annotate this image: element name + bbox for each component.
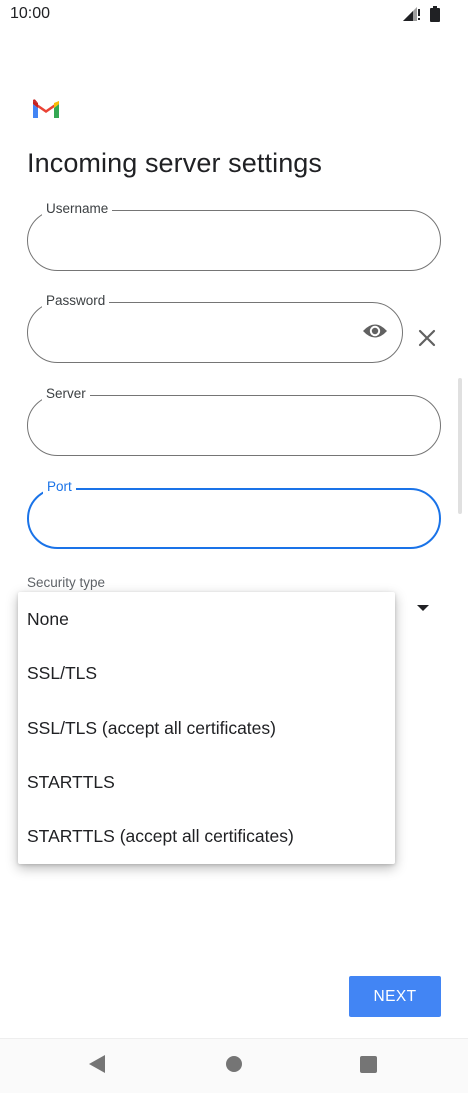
battery-icon bbox=[430, 6, 440, 22]
page-title: Incoming server settings bbox=[27, 148, 323, 178]
dropdown-arrow-icon[interactable] bbox=[417, 605, 429, 611]
server-label: Server bbox=[42, 386, 90, 401]
security-type-menu: None SSL/TLS SSL/TLS (accept all certifi… bbox=[18, 592, 395, 864]
username-field[interactable]: Username bbox=[27, 201, 441, 271]
signal-icon bbox=[403, 7, 420, 21]
gmail-logo-icon bbox=[33, 99, 59, 118]
username-label: Username bbox=[42, 201, 113, 216]
scrollbar[interactable] bbox=[458, 378, 462, 514]
eye-icon[interactable] bbox=[362, 321, 388, 341]
status-time: 10:00 bbox=[10, 5, 51, 22]
menu-item-ssl-tls-accept-all[interactable]: SSL/TLS (accept all certificates) bbox=[18, 701, 395, 755]
menu-item-starttls[interactable]: STARTTLS bbox=[18, 755, 395, 809]
server-field[interactable]: Server bbox=[27, 386, 441, 456]
back-icon[interactable] bbox=[89, 1055, 105, 1073]
port-field[interactable]: Port bbox=[27, 479, 441, 549]
security-type-label: Security type bbox=[27, 575, 106, 590]
home-icon[interactable] bbox=[226, 1056, 242, 1072]
password-label: Password bbox=[42, 293, 110, 308]
status-icons bbox=[402, 6, 440, 22]
close-icon[interactable] bbox=[416, 327, 438, 349]
password-field[interactable]: Password bbox=[27, 293, 403, 363]
menu-item-starttls-accept-all[interactable]: STARTTLS (accept all certificates) bbox=[18, 809, 395, 863]
port-label: Port bbox=[43, 479, 76, 494]
menu-item-none[interactable]: None bbox=[18, 592, 395, 646]
recents-icon[interactable] bbox=[360, 1056, 377, 1073]
next-button[interactable]: NEXT bbox=[349, 976, 441, 1017]
menu-item-ssl-tls[interactable]: SSL/TLS bbox=[18, 646, 395, 700]
